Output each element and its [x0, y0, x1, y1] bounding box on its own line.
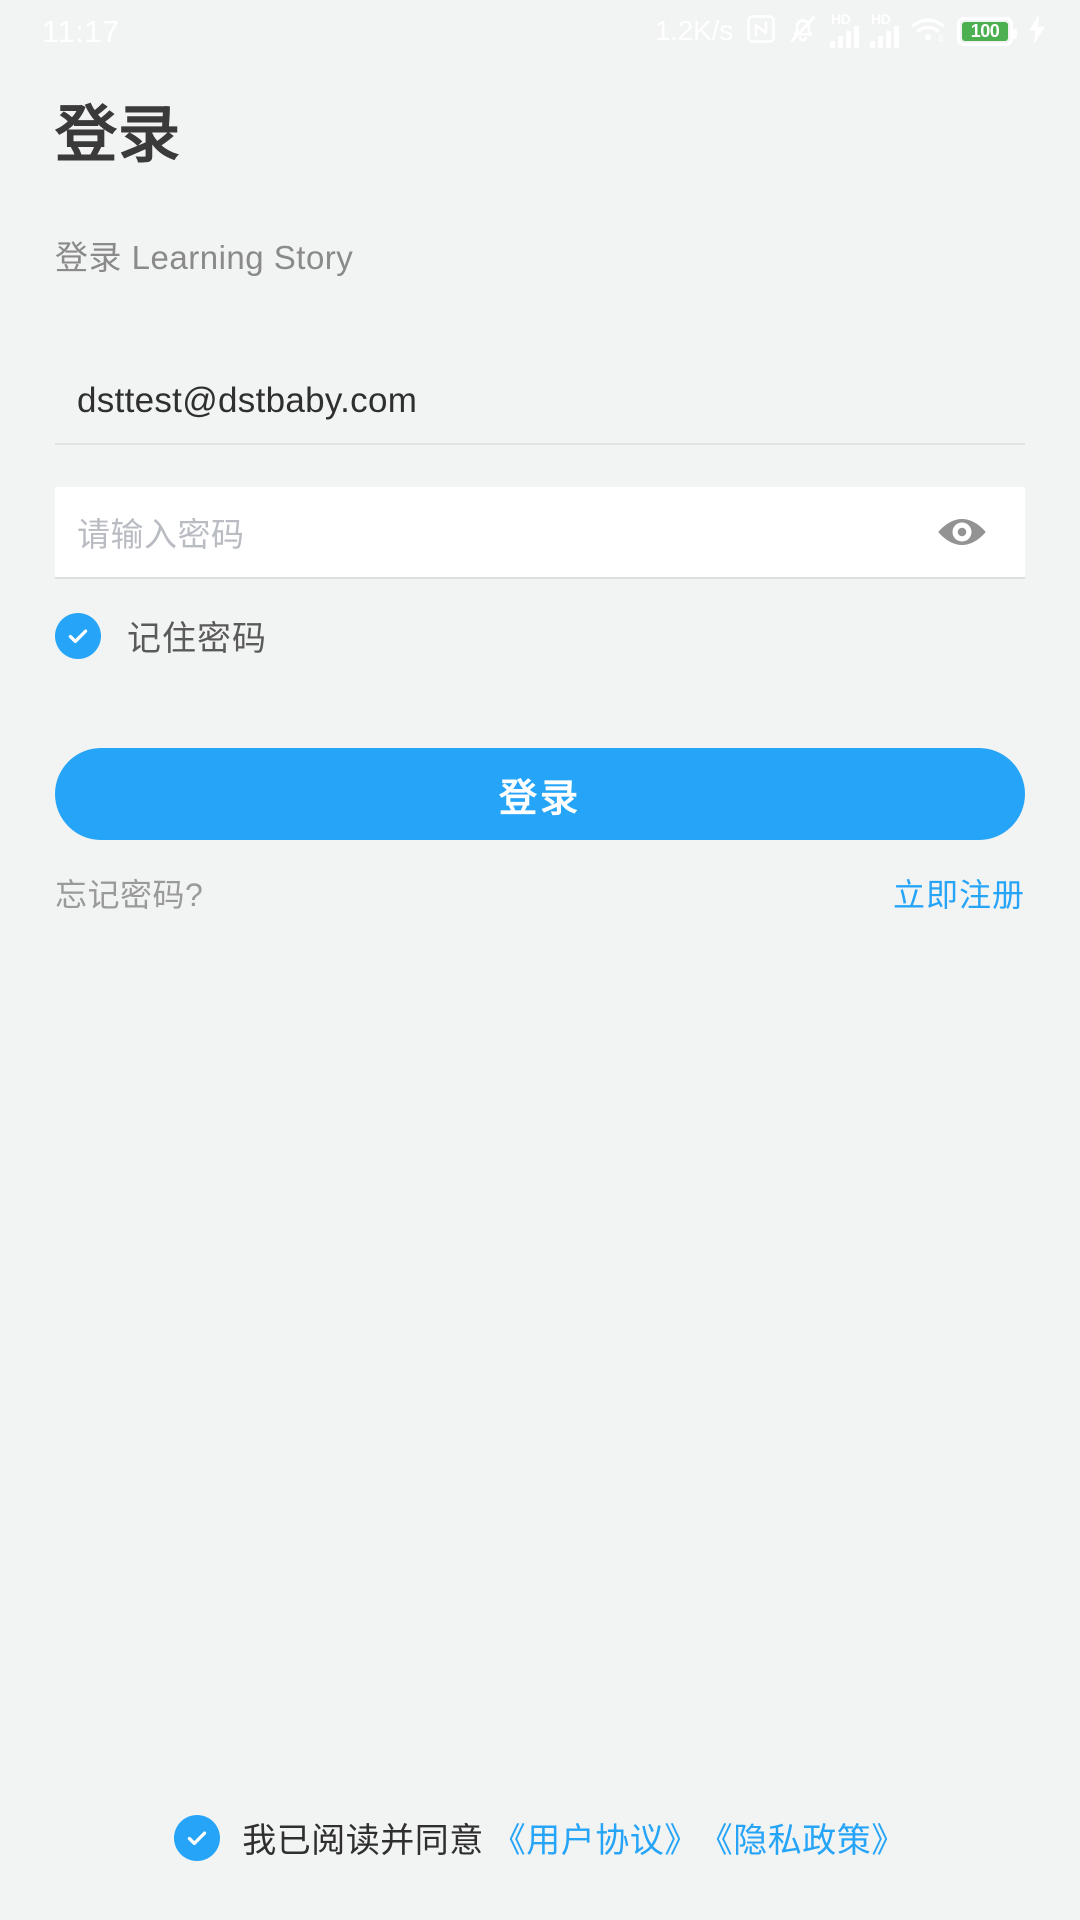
agreement-prefix-label: 我已阅读并同意 — [242, 1822, 484, 1860]
wifi-icon: 6 — [910, 14, 946, 49]
status-bar-clock: 11:17 — [42, 13, 120, 49]
hd-label-sim2: HD — [871, 11, 891, 27]
auth-links-row: 忘记密码? 立即注册 — [55, 870, 1025, 916]
register-link[interactable]: 立即注册 — [893, 870, 1025, 916]
eye-icon[interactable] — [933, 512, 991, 552]
hd-signal-icon-sim2: HD — [870, 11, 899, 48]
forgot-password-link[interactable]: 忘记密码? — [55, 870, 203, 916]
remember-password-label: 记住密码 — [127, 620, 267, 659]
page-subtitle: 登录 Learning Story — [55, 239, 354, 277]
login-page: 登录 登录 Learning Story dsttest@dstbaby.com… — [0, 100, 1080, 916]
remember-password-checkbox[interactable] — [55, 612, 101, 659]
battery-icon: 100 — [957, 16, 1017, 46]
hd-label-sim1: HD — [831, 11, 851, 27]
agreement-checkbox[interactable] — [174, 1814, 221, 1861]
remember-password-row[interactable]: 记住密码 — [55, 611, 1025, 660]
email-field[interactable]: dsttest@dstbaby.com — [55, 381, 1025, 446]
email-input-value[interactable]: dsttest@dstbaby.com — [77, 381, 1025, 421]
signal-bars-sim2 — [870, 26, 899, 48]
battery-level-label: 100 — [970, 21, 1000, 41]
password-input[interactable]: 请输入密码 — [77, 508, 933, 556]
battery-fill: 100 — [962, 21, 1008, 41]
charging-bolt-icon — [1024, 13, 1050, 50]
password-field[interactable]: 请输入密码 — [55, 487, 1025, 580]
signal-bars-sim1 — [830, 26, 859, 48]
status-bar-indicators: 1.2K/s HD HD 6 100 — [654, 11, 1050, 50]
page-title: 登录 — [55, 101, 182, 170]
hd-signal-icon-sim1: HD — [830, 11, 859, 48]
agreement-row: 我已阅读并同意 《用户协议》 《隐私政策》 — [0, 1813, 1080, 1862]
privacy-policy-link[interactable]: 《隐私政策》 — [699, 1813, 906, 1862]
wifi-generation-label: 6 — [938, 33, 943, 44]
login-button[interactable]: 登录 — [55, 748, 1025, 841]
status-bar: 11:17 1.2K/s HD HD 6 100 — [0, 0, 1080, 62]
network-speed-indicator: 1.2K/s — [654, 15, 733, 46]
mute-bell-icon — [787, 13, 819, 50]
user-agreement-link[interactable]: 《用户协议》 — [492, 1813, 699, 1862]
nfc-icon — [746, 14, 776, 49]
